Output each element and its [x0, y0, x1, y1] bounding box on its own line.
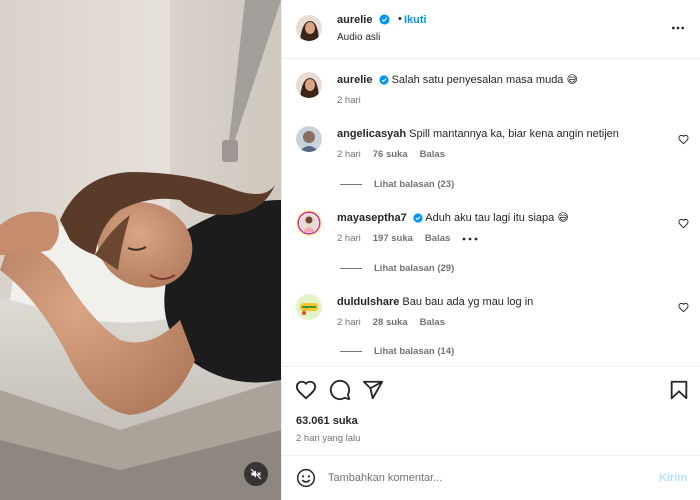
comment-meta: 2 hari 197 suka Balas: [337, 233, 478, 244]
post-media[interactable]: [0, 0, 281, 500]
comment-avatar[interactable]: [296, 294, 322, 320]
comment-text: Aduh aku tau lagi itu siapa 😅: [425, 212, 569, 224]
comment-avatar[interactable]: [296, 126, 322, 152]
comment-like-heart-icon[interactable]: [678, 302, 689, 313]
comment-options-icon[interactable]: [462, 236, 478, 242]
comment-meta: 2 hari 28 suka Balas: [337, 317, 445, 328]
comment-username[interactable]: angelicasyah: [337, 128, 406, 140]
comment-text: Bau bau ada yg mau log in: [402, 296, 534, 308]
emoji-icon[interactable]: [296, 468, 316, 488]
reply-button[interactable]: Balas: [420, 149, 445, 160]
post-comment-button[interactable]: Kirim: [659, 472, 687, 484]
comment-body: mayaseptha7 Aduh aku tau lagi itu siapa …: [337, 211, 667, 225]
verified-badge-icon: [378, 14, 390, 25]
author-username[interactable]: aurelie: [337, 14, 390, 26]
author-avatar[interactable]: [296, 15, 322, 41]
bookmark-icon[interactable]: [668, 379, 690, 401]
caption-author-avatar[interactable]: [296, 72, 322, 98]
comment-time[interactable]: 2 hari: [337, 233, 361, 244]
comment-like-heart-icon[interactable]: [678, 134, 689, 145]
comment-username[interactable]: mayaseptha7: [337, 212, 407, 224]
comment-time[interactable]: 2 hari: [337, 149, 361, 160]
comment-composer: Kirim: [282, 455, 700, 500]
replies-line: [340, 351, 362, 352]
view-replies-label[interactable]: Lihat balasan (14): [374, 346, 454, 357]
comment-meta: 2 hari 76 suka Balas: [337, 149, 445, 160]
post-actions: 63.061 suka 2 hari yang lalu: [282, 366, 700, 450]
reply-button[interactable]: Balas: [420, 317, 445, 328]
comment-icon[interactable]: [329, 379, 351, 401]
replies-line: [340, 268, 362, 269]
caption-meta: 2 hari: [337, 95, 361, 106]
caption-text: Salah satu penyesalan masa muda 😅: [391, 74, 578, 86]
separator-dot: •: [398, 13, 402, 25]
author-name-text[interactable]: aurelie: [337, 14, 372, 26]
caption-username[interactable]: aurelie: [337, 74, 372, 86]
view-replies-label[interactable]: Lihat balasan (23): [374, 179, 454, 190]
muted-speaker-icon: [250, 468, 262, 480]
comment-avatar[interactable]: [296, 210, 322, 236]
comment-likes[interactable]: 76 suka: [373, 149, 408, 160]
mute-toggle-button[interactable]: [244, 462, 268, 486]
comment-likes[interactable]: 28 suka: [373, 317, 408, 328]
audio-label[interactable]: Audio asli: [337, 32, 380, 43]
more-options-icon[interactable]: [670, 20, 686, 36]
verified-badge-icon: [378, 75, 389, 85]
follow-button[interactable]: Ikuti: [404, 14, 427, 26]
comment-likes[interactable]: 197 suka: [373, 233, 413, 244]
view-replies-button[interactable]: Lihat balasan (14): [340, 346, 454, 357]
post-photo: [0, 0, 281, 500]
comment-body: angelicasyah Spill mantannya ka, biar ke…: [337, 127, 667, 141]
post-header: aurelie • Ikuti Audio asli: [282, 0, 700, 59]
heart-icon[interactable]: [295, 379, 317, 401]
verified-badge-icon: [413, 213, 423, 223]
view-replies-button[interactable]: Lihat balasan (23): [340, 179, 454, 190]
comment-time[interactable]: 2 hari: [337, 317, 361, 328]
comment-username[interactable]: duldulshare: [337, 296, 399, 308]
comments-list: aurelie Salah satu penyesalan masa muda …: [282, 60, 700, 366]
reply-button[interactable]: Balas: [425, 233, 450, 244]
like-count[interactable]: 63.061 suka: [296, 415, 358, 427]
comment-input[interactable]: [328, 466, 628, 490]
comment-text: Spill mantannya ka, biar kena angin neti…: [409, 128, 619, 140]
replies-line: [340, 184, 362, 185]
post-timestamp[interactable]: 2 hari yang lalu: [296, 433, 360, 444]
caption-time[interactable]: 2 hari: [337, 95, 361, 106]
comment-body: duldulshare Bau bau ada yg mau log in: [337, 295, 667, 309]
share-icon[interactable]: [362, 379, 384, 401]
comment-like-heart-icon[interactable]: [678, 218, 689, 229]
post-detail-panel: aurelie • Ikuti Audio asli aurelie Salah…: [281, 0, 700, 500]
caption: aurelie Salah satu penyesalan masa muda …: [337, 73, 667, 87]
view-replies-button[interactable]: Lihat balasan (29): [340, 263, 454, 274]
view-replies-label[interactable]: Lihat balasan (29): [374, 263, 454, 274]
